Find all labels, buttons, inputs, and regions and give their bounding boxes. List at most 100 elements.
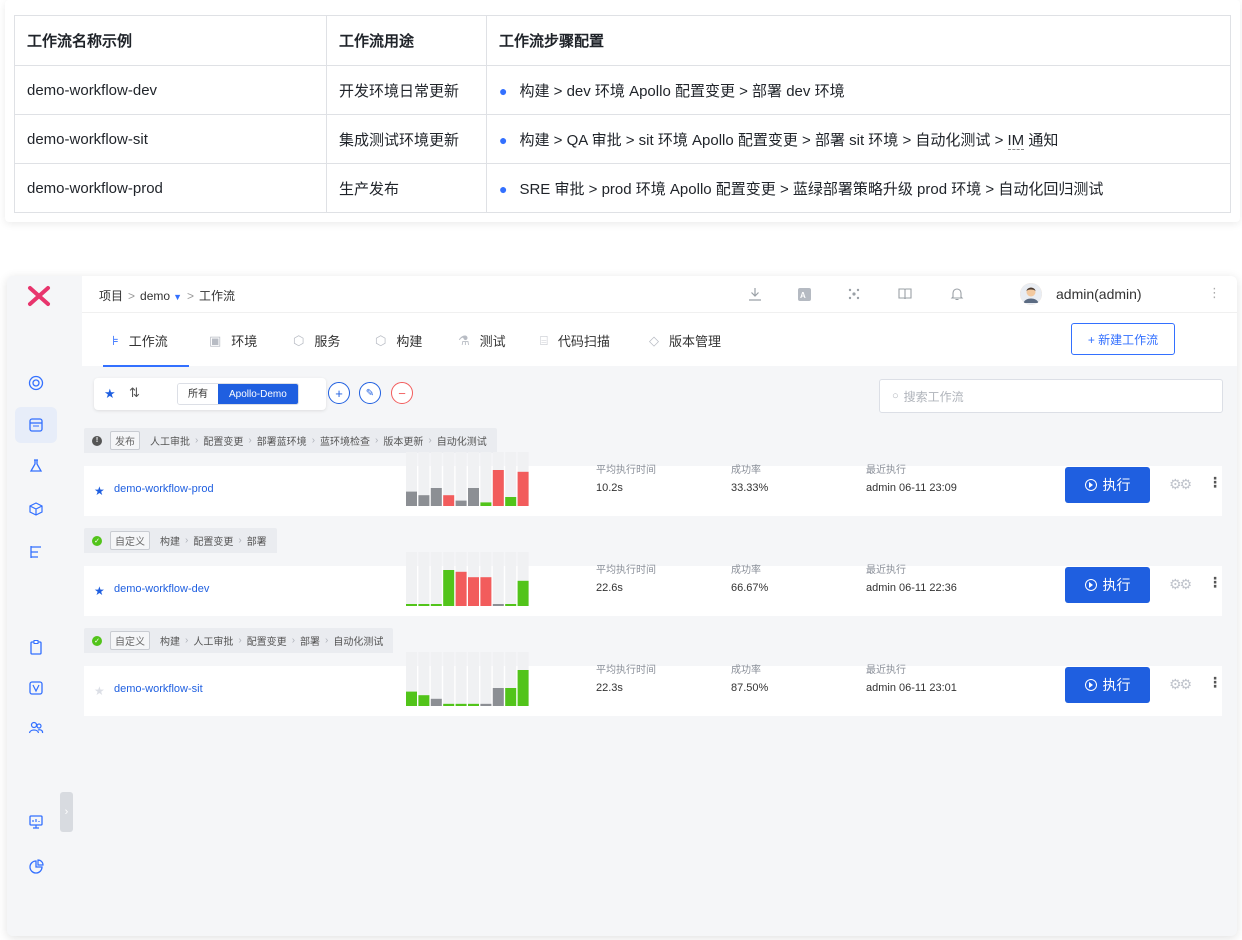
run-duration-bar[interactable]	[492, 604, 504, 606]
run-duration-bar[interactable]	[468, 703, 479, 706]
run-duration-bar[interactable]	[505, 688, 517, 706]
workflow-settings-gear-icon[interactable]: ⚙⚙	[1169, 676, 1192, 693]
clipboard-icon[interactable]	[25, 636, 47, 658]
download-icon[interactable]	[746, 285, 764, 303]
add-view-icon[interactable]: +	[328, 382, 350, 404]
favorite-filter-star-icon[interactable]: ★	[104, 386, 116, 402]
run-duration-bar[interactable]	[418, 695, 430, 706]
favorite-star-icon[interactable]: ★	[94, 584, 105, 598]
run-duration-bar[interactable]	[443, 495, 455, 506]
table-cell-name: demo-workflow-prod	[14, 163, 327, 213]
tab-version[interactable]: ◇ 版本管理	[649, 331, 721, 350]
edit-view-icon[interactable]: ✎	[359, 382, 381, 404]
run-duration-bar[interactable]	[517, 580, 529, 606]
pie-chart-icon[interactable]	[25, 856, 47, 878]
table-cell-steps: ● SRE 审批 > prod 环境 Apollo 配置变更 > 蓝绿部署策略升级…	[486, 163, 1231, 213]
run-duration-bar[interactable]	[443, 570, 455, 606]
user-name[interactable]: admin(admin)	[1056, 286, 1142, 302]
stage-arrow-icon: ›	[375, 435, 379, 446]
workflow-tree-icon[interactable]	[25, 541, 47, 563]
sidebar-expand-handle[interactable]: ›	[60, 792, 73, 832]
tab-label: 环境	[231, 334, 258, 349]
run-workflow-button[interactable]: 执行	[1065, 467, 1150, 503]
monitor-icon[interactable]	[25, 811, 47, 833]
stage-label: 人工审批	[193, 637, 234, 648]
search-input[interactable]: ○ 搜索工作流	[879, 379, 1223, 413]
tab-code-scan[interactable]: ⌸ 代码扫描	[540, 331, 610, 350]
run-duration-bar[interactable]	[492, 688, 504, 706]
table-cell-steps: ● 构建 > QA 审批 > sit 环境 Apollo 配置变更 > 部署 si…	[486, 114, 1231, 164]
run-duration-bar[interactable]	[480, 703, 492, 706]
delete-view-icon[interactable]: −	[391, 382, 413, 404]
project-icon[interactable]	[15, 407, 57, 443]
workflow-name-link[interactable]: demo-workflow-dev	[114, 583, 209, 595]
run-duration-bar[interactable]	[505, 497, 517, 506]
build-cube-icon[interactable]	[25, 498, 47, 520]
run-duration-bar[interactable]	[406, 491, 417, 506]
run-duration-bar[interactable]	[455, 500, 467, 506]
avg-time-value: 10.2s	[596, 482, 623, 494]
run-duration-bar[interactable]	[406, 604, 417, 606]
breadcrumb-project[interactable]: demo	[140, 289, 170, 303]
workflow-row[interactable]: ★ demo-workflow-sit 平均执行时间 22.3s 成功率 87.50% 最近…	[84, 652, 1222, 716]
table-cell-name: demo-workflow-sit	[14, 114, 327, 164]
workflow-more-menu-icon[interactable]: ⋮	[1208, 474, 1222, 491]
run-duration-bar[interactable]	[468, 577, 479, 606]
workflow-type-tag: 自定义	[110, 531, 150, 550]
new-workflow-button[interactable]: + 新建工作流	[1071, 323, 1175, 355]
workflow-name-link[interactable]: demo-workflow-prod	[114, 483, 214, 495]
bar-background	[430, 552, 442, 606]
run-duration-bar[interactable]	[418, 495, 430, 506]
run-workflow-button[interactable]: 执行	[1065, 667, 1150, 703]
run-duration-bar[interactable]	[517, 670, 529, 706]
run-duration-bar[interactable]	[443, 703, 455, 706]
run-duration-bar[interactable]	[468, 488, 479, 506]
translate-icon[interactable]: A	[795, 285, 813, 303]
workflow-more-menu-icon[interactable]: ⋮	[1208, 674, 1222, 691]
caret-down-icon[interactable]: ▼	[173, 292, 182, 302]
run-duration-bar[interactable]	[492, 470, 504, 506]
sort-icon[interactable]: ⇅	[129, 385, 140, 401]
filter-apollo-demo-button[interactable]: Apollo-Demo	[218, 384, 298, 404]
avatar[interactable]	[1020, 283, 1042, 305]
notification-bell-icon[interactable]	[948, 285, 966, 303]
stage-label: 自动化测试	[333, 637, 384, 648]
favorite-star-icon[interactable]: ★	[94, 684, 105, 698]
run-workflow-button[interactable]: 执行	[1065, 567, 1150, 603]
run-duration-bar[interactable]	[430, 604, 442, 606]
users-icon[interactable]	[25, 717, 47, 739]
run-duration-bar[interactable]	[505, 604, 517, 606]
run-duration-bar[interactable]	[430, 488, 442, 506]
workflow-more-menu-icon[interactable]: ⋮	[1208, 574, 1222, 591]
tab-workflow[interactable]: ⊧ 工作流	[112, 331, 168, 350]
tab-test[interactable]: ⚗ 测试	[458, 331, 506, 350]
run-duration-bar[interactable]	[480, 577, 492, 606]
tab-build[interactable]: ⬡ 构建	[375, 331, 422, 350]
workflow-row[interactable]: ★ demo-workflow-prod 平均执行时间 10.2s 成功率 33.33% 最…	[84, 452, 1222, 516]
workflow-name-link[interactable]: demo-workflow-sit	[114, 683, 203, 695]
run-duration-bar[interactable]	[455, 571, 467, 606]
recent-runs-chart	[406, 452, 529, 506]
run-duration-bar[interactable]	[455, 703, 467, 706]
run-duration-bar[interactable]	[517, 471, 529, 506]
version-v-icon[interactable]	[25, 677, 47, 699]
run-duration-bar[interactable]	[406, 691, 417, 706]
more-vertical-icon[interactable]: ⋮	[1208, 285, 1221, 301]
plugin-dots-icon[interactable]	[845, 285, 863, 303]
run-duration-bar[interactable]	[418, 604, 430, 606]
favorite-star-icon[interactable]: ★	[94, 484, 105, 498]
zadig-logo-icon[interactable]	[27, 284, 51, 308]
bullet-icon: ●	[499, 131, 508, 148]
filter-all-button[interactable]: 所有	[178, 384, 218, 404]
workflow-settings-gear-icon[interactable]: ⚙⚙	[1169, 476, 1192, 493]
run-duration-bar[interactable]	[430, 698, 442, 706]
breadcrumb-root[interactable]: 项目	[99, 289, 123, 303]
tab-service[interactable]: ⬡ 服务	[293, 331, 340, 350]
run-duration-bar[interactable]	[480, 502, 492, 506]
docs-book-icon[interactable]	[896, 285, 914, 303]
workflow-row[interactable]: ★ demo-workflow-dev 平均执行时间 22.6s 成功率 66.67% 最近…	[84, 552, 1222, 616]
test-flask-icon[interactable]	[25, 455, 47, 477]
tab-environment[interactable]: ▣ 环境	[209, 331, 257, 350]
overview-icon[interactable]	[25, 372, 47, 394]
workflow-settings-gear-icon[interactable]: ⚙⚙	[1169, 576, 1192, 593]
